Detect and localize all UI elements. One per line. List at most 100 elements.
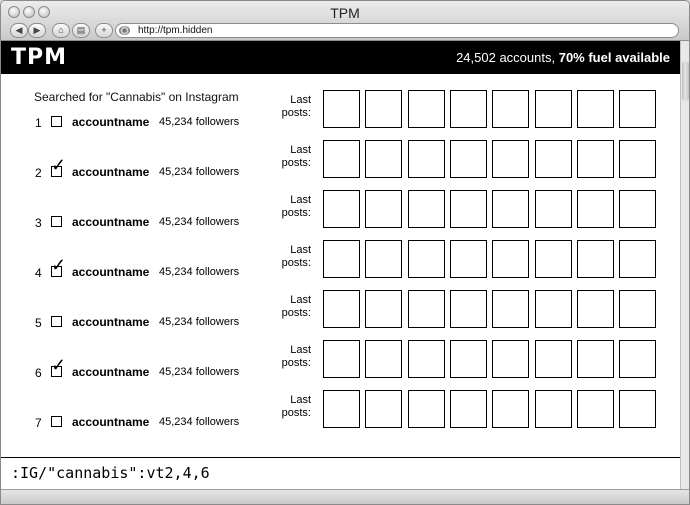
post-thumbnail[interactable] (450, 340, 487, 378)
post-thumbnail[interactable] (492, 340, 529, 378)
result-checkbox[interactable] (51, 416, 62, 427)
post-thumbnail[interactable] (408, 290, 445, 328)
post-thumbnail[interactable] (492, 290, 529, 328)
last-posts-label: Last posts: (281, 194, 311, 219)
post-thumbnail[interactable] (365, 340, 402, 378)
result-checkbox[interactable] (51, 216, 62, 227)
last-posts-label: Last posts: (281, 294, 311, 319)
post-thumbnail[interactable] (408, 340, 445, 378)
post-thumbnail[interactable] (577, 240, 614, 278)
post-thumbnail[interactable] (365, 90, 402, 128)
result-number: 5 (35, 316, 42, 330)
account-name[interactable]: accountname (72, 215, 149, 229)
post-thumbnail[interactable] (619, 390, 656, 428)
post-thumbnail[interactable] (365, 140, 402, 178)
post-thumbnail[interactable] (323, 90, 360, 128)
forward-button[interactable]: ▶ (28, 23, 46, 38)
account-name[interactable]: accountname (72, 415, 149, 429)
post-thumbnail[interactable] (492, 90, 529, 128)
post-thumbnail[interactable] (492, 390, 529, 428)
result-number: 1 (35, 116, 42, 130)
result-row: 7 accountname 45,234 followers Last posts: (1, 390, 680, 440)
site-icon (119, 26, 130, 35)
post-thumbnail[interactable] (408, 90, 445, 128)
result-checkbox[interactable] (51, 116, 62, 127)
vertical-scrollbar[interactable] (680, 41, 689, 489)
post-thumbnail[interactable] (408, 240, 445, 278)
post-thumbnail[interactable] (450, 90, 487, 128)
post-thumbnail[interactable] (535, 190, 572, 228)
post-thumbnail[interactable] (577, 290, 614, 328)
post-thumbnail[interactable] (323, 340, 360, 378)
window-title: TPM (330, 5, 360, 21)
follower-count: 45,234 followers (159, 416, 240, 428)
post-thumbnail[interactable] (619, 90, 656, 128)
post-thumbnail[interactable] (450, 140, 487, 178)
browser-window: TPM ◀ ▶ ⌂ ▤ + http://tpm.hidden TPM 24,5… (0, 0, 690, 505)
post-thumbnail[interactable] (619, 290, 656, 328)
print-icon: ▤ (76, 25, 86, 35)
account-fuel-status: 24,502 accounts, 70% fuel available (456, 50, 670, 65)
post-thumbnail[interactable] (365, 390, 402, 428)
result-number: 3 (35, 216, 42, 230)
post-thumbnail[interactable] (535, 240, 572, 278)
result-checkbox[interactable] (51, 316, 62, 327)
post-thumbnail[interactable] (535, 340, 572, 378)
print-button[interactable]: ▤ (72, 23, 90, 38)
post-thumbnail[interactable] (450, 390, 487, 428)
account-name[interactable]: accountname (72, 115, 149, 129)
post-thumbnail[interactable] (323, 240, 360, 278)
result-number: 7 (35, 416, 42, 430)
result-number: 2 (35, 166, 42, 180)
post-thumbnail[interactable] (535, 290, 572, 328)
post-thumbnail[interactable] (619, 190, 656, 228)
post-thumbnail[interactable] (450, 190, 487, 228)
scrollbar-thumb[interactable] (682, 61, 689, 101)
post-thumbnail[interactable] (408, 140, 445, 178)
title-bar: TPM ◀ ▶ ⌂ ▤ + http://tpm.hidden (1, 1, 689, 41)
post-thumbnail[interactable] (450, 240, 487, 278)
post-thumbnail[interactable] (577, 340, 614, 378)
search-results-panel: Searched for "Cannabis" on Instagram 1 ac… (1, 74, 680, 457)
account-name[interactable]: accountname (72, 315, 149, 329)
post-thumbnail[interactable] (492, 240, 529, 278)
back-icon: ◀ (15, 25, 23, 35)
back-button[interactable]: ◀ (10, 23, 28, 38)
add-bookmark-button[interactable]: + (95, 23, 113, 38)
result-row: 2 ✓ accountname 45,234 followers Last posts: (1, 140, 680, 190)
post-thumbnail[interactable] (323, 190, 360, 228)
command-input[interactable]: :IG/"cannabis":vt2,4,6 (1, 458, 680, 489)
post-thumbnail[interactable] (577, 90, 614, 128)
post-thumbnail[interactable] (323, 140, 360, 178)
post-thumbnail[interactable] (450, 290, 487, 328)
follower-count: 45,234 followers (159, 116, 240, 128)
post-thumbnail[interactable] (365, 190, 402, 228)
last-posts-label: Last posts: (281, 244, 311, 269)
account-name[interactable]: accountname (72, 265, 149, 279)
post-thumbnail[interactable] (577, 140, 614, 178)
post-thumbnail[interactable] (577, 190, 614, 228)
post-thumbnail[interactable] (535, 390, 572, 428)
post-thumbnail[interactable] (535, 90, 572, 128)
follower-count: 45,234 followers (159, 266, 240, 278)
post-thumbnail[interactable] (535, 140, 572, 178)
post-thumbnail[interactable] (408, 190, 445, 228)
result-row: 3 accountname 45,234 followers Last posts: (1, 190, 680, 240)
post-thumbnail[interactable] (492, 140, 529, 178)
post-thumbnail[interactable] (365, 290, 402, 328)
checkmark-icon: ✓ (51, 255, 67, 275)
home-button[interactable]: ⌂ (52, 23, 70, 38)
post-thumbnail[interactable] (619, 340, 656, 378)
account-name[interactable]: accountname (72, 365, 149, 379)
address-bar[interactable]: http://tpm.hidden (115, 23, 679, 38)
post-thumbnail[interactable] (619, 240, 656, 278)
post-thumbnail[interactable] (323, 290, 360, 328)
result-number: 4 (35, 266, 42, 280)
post-thumbnail[interactable] (408, 390, 445, 428)
post-thumbnail[interactable] (323, 390, 360, 428)
post-thumbnail[interactable] (492, 190, 529, 228)
account-name[interactable]: accountname (72, 165, 149, 179)
post-thumbnail[interactable] (577, 390, 614, 428)
post-thumbnail[interactable] (619, 140, 656, 178)
post-thumbnail[interactable] (365, 240, 402, 278)
